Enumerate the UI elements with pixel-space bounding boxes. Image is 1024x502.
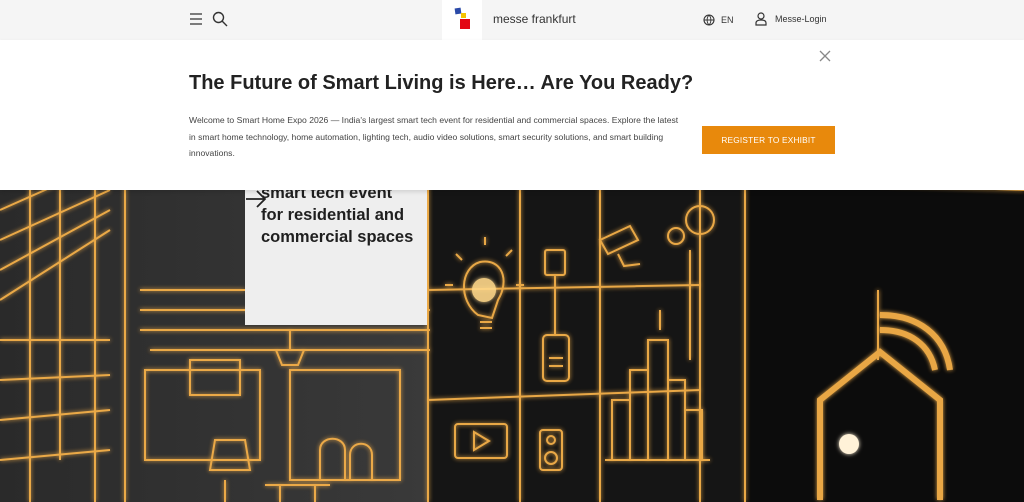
globe-icon [703,14,715,26]
logo-icon [454,7,470,29]
close-icon[interactable] [818,49,832,63]
hero-text: smart tech event for residential and com… [261,184,414,246]
login-link[interactable]: Messe-Login [755,11,827,27]
hamburger-menu-icon[interactable] [189,12,203,26]
messe-logo[interactable] [442,0,482,40]
banner-title: The Future of Smart Living is Here… Are … [189,72,694,94]
hero-card: smart tech event for residential and com… [245,184,427,325]
top-header: messe frankfurt EN Messe-Login [0,0,1024,40]
register-to-exhibit-button[interactable]: REGISTER TO EXHIBIT [702,126,835,154]
language-label: EN [721,15,734,25]
arrow-right-icon[interactable] [245,190,267,208]
announcement-banner: The Future of Smart Living is Here… Are … [0,40,1024,190]
brand-name[interactable]: messe frankfurt [493,12,576,26]
search-icon[interactable] [212,11,228,27]
login-label: Messe-Login [775,14,827,24]
banner-description: Welcome to Smart Home Expo 2026 — India'… [189,115,679,158]
user-icon [755,12,767,26]
language-switcher[interactable]: EN [703,12,734,28]
